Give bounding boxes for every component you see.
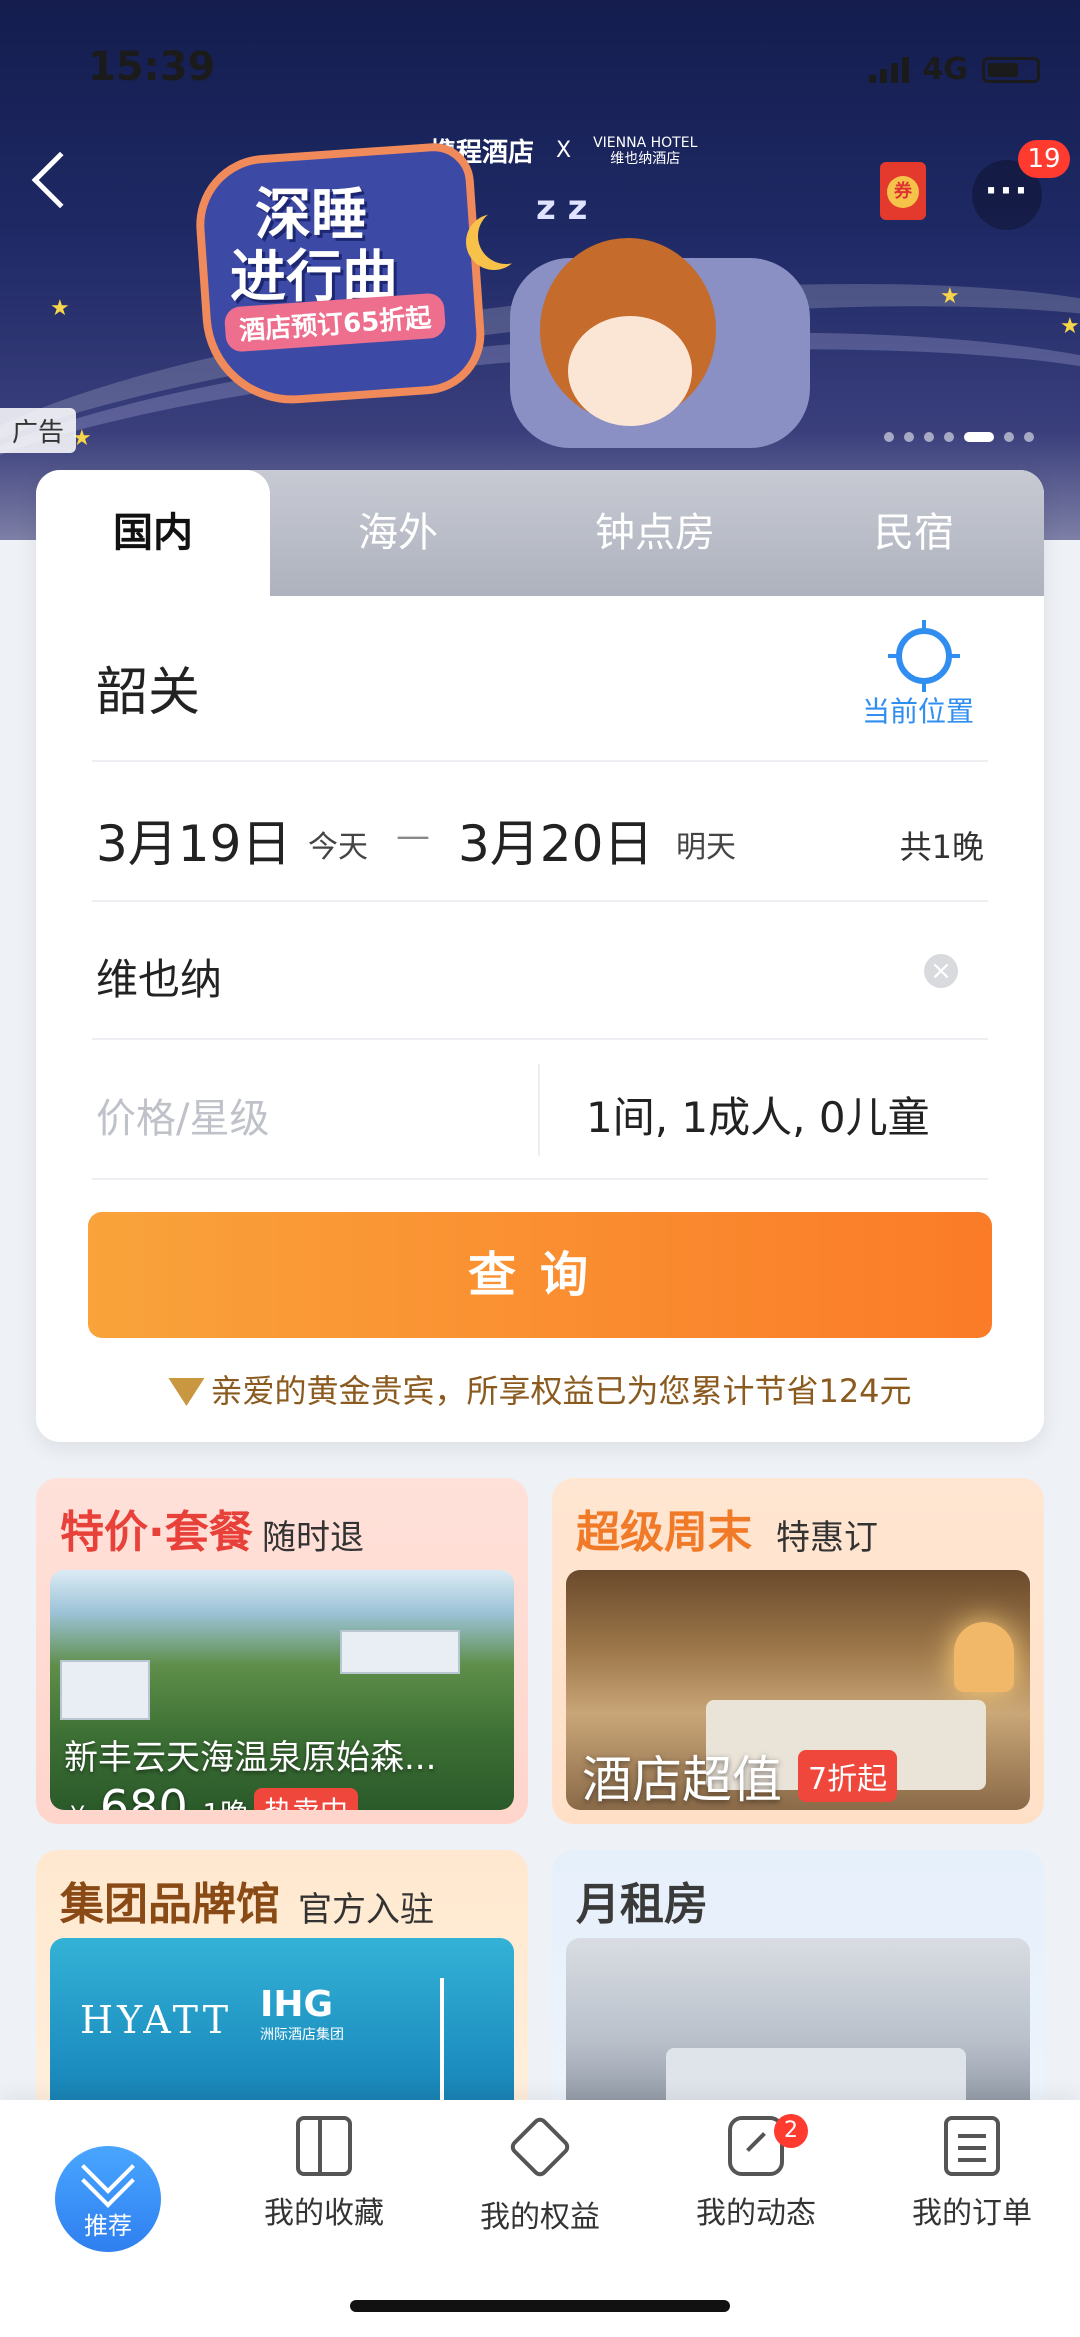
battery-icon [982,56,1040,83]
date-separator: — [396,816,430,856]
brand-hall-subtitle: 官方入驻 [298,1890,434,1930]
tab-domestic[interactable]: 国内 [36,470,270,596]
signal-icon [868,56,909,83]
back-icon[interactable] [31,151,89,209]
current-location-link[interactable]: 当前位置 [862,690,974,730]
deal-hotel-image: 新丰云天海温泉原始森... ¥ 680 1晚 热卖中 [50,1570,514,1810]
search-tabs: 国内 海外 钟点房 民宿 [36,470,1044,596]
divider [92,1038,988,1040]
deal-title: 特价·套餐 [60,1507,253,1558]
deal-subtitle: 随时退 [262,1518,364,1558]
vip-notice-text: 亲爱的黄金贵宾，所享权益已为您累计节省124元 [210,1372,912,1410]
nav-favorites[interactable]: 我的收藏 [234,2116,414,2232]
clear-icon[interactable]: × [924,954,958,988]
nights-count: 共1晚 [899,828,984,866]
vip-diamond-icon [168,1378,205,1406]
mascot-face [568,316,692,426]
status-time: 15:39 [88,44,216,90]
nav-benefits[interactable]: 我的权益 [450,2114,630,2236]
tab-overseas[interactable]: 海外 [270,470,526,596]
hyatt-logo: HYATT [80,1998,233,2042]
lamp-illustration [954,1622,1014,1692]
carousel-dot [944,432,954,442]
nav-orders[interactable]: 我的订单 [882,2116,1062,2232]
deal-hotel-name: 新丰云天海温泉原始森... [64,1738,437,1778]
hotel-building [60,1660,150,1720]
bookmark-icon [296,2116,352,2176]
tab-hourly[interactable]: 钟点房 [526,470,784,596]
divider [92,900,988,902]
weekend-hotel-image: 酒店超值 7折起 [566,1570,1030,1810]
keyword-input[interactable]: 维也纳 [96,946,222,1007]
sleep-icon: z z [536,188,588,228]
star-decoration: ★ [940,284,960,309]
nav-activity[interactable]: 2 我的动态 [666,2114,846,2232]
hotel-building [340,1630,460,1674]
ihg-logo: IHG [260,1984,334,2025]
nav-orders-label: 我的订单 [912,2196,1032,2231]
carousel-dot [1024,432,1034,442]
ad-label: 广告 [0,408,77,453]
checkin-day: 今天 [308,830,368,865]
location-icon-ring [898,630,950,682]
carousel-dot [884,432,894,442]
nav-favorites-label: 我的收藏 [264,2196,384,2231]
carousel-dot [1004,432,1014,442]
deal-tile[interactable]: 特价·套餐 随时退 新丰云天海温泉原始森... ¥ 680 1晚 热卖中 [36,1478,528,1824]
status-icons: 4G [868,52,1040,87]
notification-badge: 19 [1018,140,1070,178]
weekend-tile[interactable]: 超级周末 特惠订 酒店超值 7折起 [552,1478,1044,1824]
hot-sale-tag: 热卖中 [254,1788,359,1810]
divider [92,1178,988,1180]
home-indicator[interactable] [350,2300,730,2312]
brand-vienna: VIENNA HOTEL 维也纳酒店 [593,134,698,167]
banner-brand: 携程酒店 X VIENNA HOTEL 维也纳酒店 [430,132,697,169]
search-button[interactable]: 查询 [88,1212,992,1338]
checkout-day: 明天 [676,830,736,865]
tab-homestay[interactable]: 民宿 [784,470,1044,596]
recommend-icon: 推荐 [55,2140,161,2252]
discount-tag: 7折起 [798,1750,898,1802]
hotel-search-card: 国内 海外 钟点房 民宿 韶关 当前位置 3月19日 今天 — 3月20日 明天… [36,470,1044,1442]
checkout-date[interactable]: 3月20日 [458,804,653,876]
weekend-title: 超级周末 [576,1507,752,1558]
coupon-icon[interactable] [880,162,926,220]
activity-badge: 2 [774,2114,808,2148]
city-field[interactable]: 韶关 [96,650,200,725]
order-icon [944,2116,1000,2176]
nav-benefits-label: 我的权益 [480,2200,600,2235]
carousel-dot-active [964,432,994,442]
vertical-divider [538,1064,540,1156]
price-star-filter[interactable]: 价格/星级 [96,1086,269,1144]
carousel-dot [904,432,914,442]
deal-price: ¥ 680 1晚 [70,1780,248,1810]
moon-icon [478,208,534,264]
divider [92,760,988,762]
weekend-subtitle: 特惠订 [776,1518,878,1558]
weekend-caption: 酒店超值 [582,1751,782,1809]
vip-notice: 亲爱的黄金贵宾，所享权益已为您累计节省124元 [36,1366,1044,1412]
brand-hall-title: 集团品牌馆 [60,1879,280,1930]
ihg-logo-subtitle: 洲际酒店集团 [260,2027,344,2043]
carousel-dots [884,432,1034,442]
checkin-date[interactable]: 3月19日 [96,804,291,876]
brand-x: X [556,138,572,163]
nav-activity-label: 我的动态 [696,2196,816,2231]
sailboat-illustration [440,1978,444,2108]
star-decoration: ★ [1060,314,1080,339]
star-decoration: ★ [50,296,70,321]
monthly-rental-title: 月租房 [576,1879,708,1930]
ad-banner[interactable]: ★ ★ ★ ★ ★ 15:39 4G 携程酒店 X VIENNA HOTEL维也… [0,0,1080,540]
network-label: 4G [922,52,969,87]
carousel-dot [924,432,934,442]
diamond-icon [507,2114,573,2180]
nav-recommend-label: 推荐 [84,2212,132,2240]
room-guest-selector[interactable]: 1间, 1成人, 0儿童 [586,1084,930,1145]
